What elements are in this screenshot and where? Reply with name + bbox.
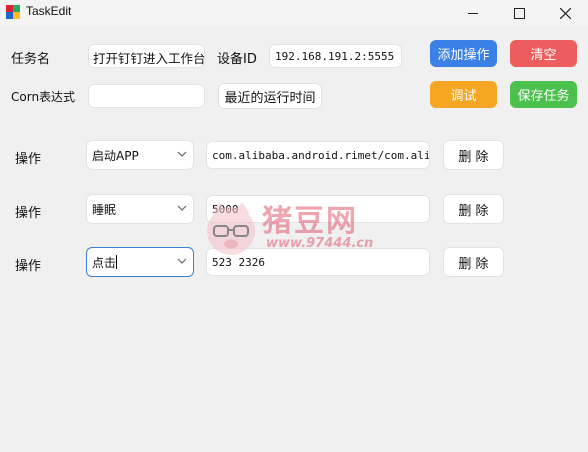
clear-button[interactable]: 清空 xyxy=(510,40,577,67)
device-id-label: 设备ID xyxy=(217,52,257,67)
operation-label: 操作 xyxy=(15,152,42,167)
chevron-down-icon xyxy=(177,258,187,264)
maximize-icon xyxy=(513,7,525,19)
title-bar: TaskEdit xyxy=(0,0,588,26)
task-name-label: 任务名 xyxy=(11,52,51,67)
save-task-button[interactable]: 保存任务 xyxy=(510,81,577,108)
operation-type-value: 点击 xyxy=(92,256,117,270)
operation-label: 操作 xyxy=(15,259,42,274)
close-icon xyxy=(559,7,571,19)
add-operation-button[interactable]: 添加操作 xyxy=(430,40,497,67)
operation-label: 操作 xyxy=(15,206,42,221)
operation-type-select[interactable]: 点击 xyxy=(86,247,194,277)
text-caret xyxy=(116,255,118,269)
minimize-button[interactable] xyxy=(450,0,496,26)
window-title: TaskEdit xyxy=(26,4,72,18)
delete-operation-button[interactable]: 删 除 xyxy=(443,140,504,170)
maximize-button[interactable] xyxy=(496,0,542,26)
delete-operation-button[interactable]: 删 除 xyxy=(443,247,504,277)
delete-operation-button[interactable]: 删 除 xyxy=(443,194,504,224)
last-run-time-button[interactable]: 最近的运行时间 xyxy=(218,83,322,109)
chevron-down-icon xyxy=(177,151,187,157)
device-id-input[interactable]: 192.168.191.2:5555 xyxy=(269,44,402,68)
task-name-input[interactable]: 打开钉钉进入工作台 xyxy=(88,44,205,68)
app-icon xyxy=(6,5,20,19)
operation-value-input[interactable]: 523 2326 xyxy=(206,248,430,276)
cron-input[interactable] xyxy=(88,84,205,108)
operation-type-value: 睡眠 xyxy=(92,203,117,217)
cron-label: Corn表达式 xyxy=(11,90,76,104)
minimize-icon xyxy=(468,12,478,14)
operation-type-select[interactable]: 睡眠 xyxy=(86,194,194,224)
close-button[interactable] xyxy=(542,0,588,26)
operation-type-value: 启动APP xyxy=(92,149,139,163)
operation-value-input[interactable]: 5000 xyxy=(206,195,430,223)
operation-value-input[interactable]: com.alibaba.android.rimet/com.alibaba.an… xyxy=(206,141,430,169)
operation-type-select[interactable]: 启动APP xyxy=(86,140,194,170)
chevron-down-icon xyxy=(177,205,187,211)
debug-button[interactable]: 调试 xyxy=(430,81,497,108)
